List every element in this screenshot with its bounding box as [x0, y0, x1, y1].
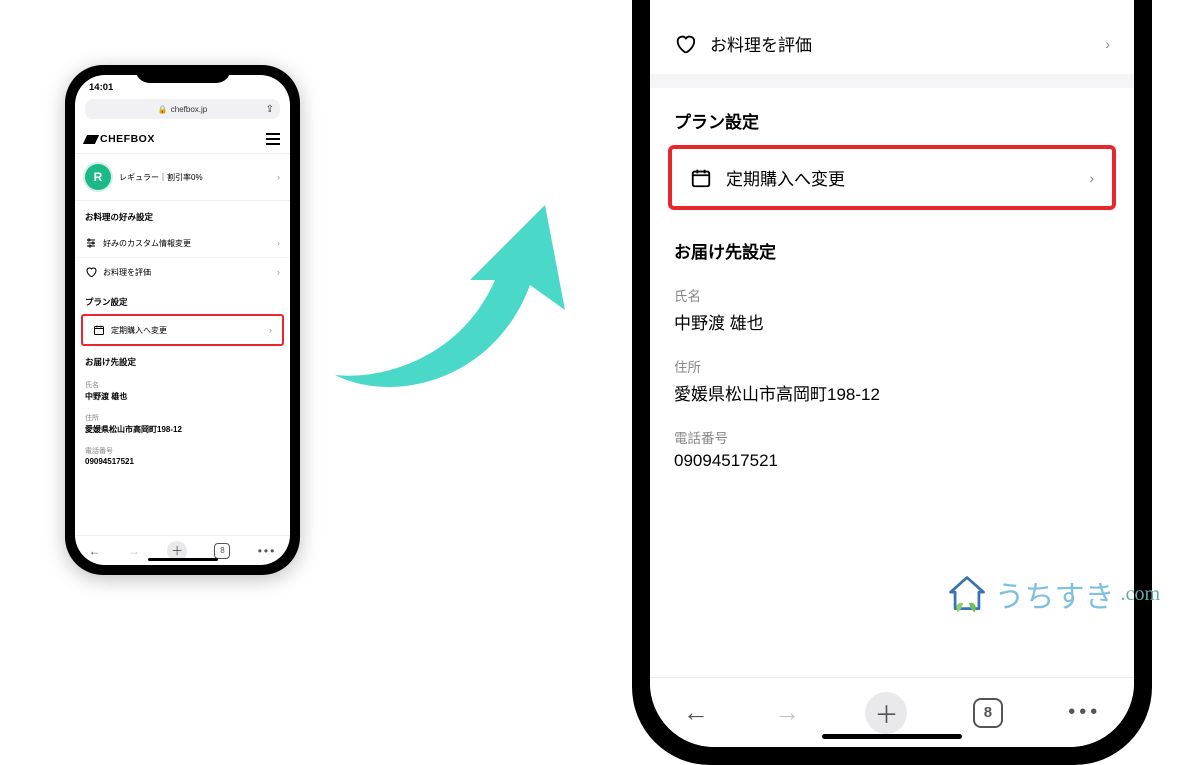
name-label: 氏名: [75, 374, 290, 391]
row-review[interactable]: お料理を評価 ›: [650, 13, 1134, 74]
phone-mockup-small: 14:01 🔒 chefbox.jp ⇪ CHEFBOX R レギュラー｜割引率…: [65, 65, 300, 575]
menu-icon[interactable]: [266, 133, 280, 145]
tel-value: 09094517521: [650, 451, 1134, 477]
home-indicator: [822, 734, 962, 739]
name-value: 中野渡 雄也: [75, 391, 290, 407]
back-icon[interactable]: ←: [683, 697, 709, 728]
section-header-plan: プラン設定: [650, 88, 1134, 139]
tel-label: 電話番号: [75, 440, 290, 457]
avatar: R: [85, 164, 111, 190]
lock-icon: 🔒: [158, 105, 168, 114]
app-header: CHEFBOX: [75, 125, 290, 154]
row-review[interactable]: お料理を評価 ›: [75, 257, 290, 286]
chevron-right-icon: ›: [277, 267, 280, 277]
brand-glyph-icon: [83, 135, 99, 144]
chevron-right-icon: ›: [1089, 170, 1094, 186]
tab-count-button[interactable]: 8: [973, 698, 1003, 728]
address-label: 住所: [75, 407, 290, 424]
address-value: 愛媛県松山市高岡町198-12: [75, 424, 290, 440]
forward-icon: →: [128, 544, 140, 558]
home-indicator: [148, 558, 218, 561]
address-label: 住所: [650, 340, 1134, 380]
name-label: 氏名: [650, 269, 1134, 309]
section-header-address: お届け先設定: [75, 346, 290, 374]
membership-row[interactable]: R レギュラー｜割引率0% ›: [75, 154, 290, 201]
new-tab-button[interactable]: ＋: [865, 692, 907, 734]
row-plan-change[interactable]: 定期購入へ変更 ›: [672, 149, 1112, 206]
address-url: chefbox.jp: [171, 105, 207, 114]
row-plan-change[interactable]: 定期購入へ変更 ›: [83, 316, 282, 344]
address-value: 愛媛県松山市高岡町198-12: [650, 380, 1134, 411]
tel-value: 09094517521: [75, 457, 290, 471]
brand-logo: CHEFBOX: [85, 133, 155, 145]
calendar-icon: [690, 167, 712, 189]
arrow-illustration: [320, 180, 590, 410]
notch: [135, 65, 230, 83]
more-icon[interactable]: •••: [258, 544, 277, 558]
chevron-right-icon: ›: [277, 238, 280, 248]
highlighted-plan-change: 定期購入へ変更 ›: [668, 145, 1116, 210]
heart-icon: [85, 266, 97, 278]
chevron-right-icon: ›: [1105, 36, 1110, 52]
row-plan-change-label: 定期購入へ変更: [111, 325, 167, 336]
chevron-right-icon: ›: [269, 325, 272, 335]
phone-mockup-large: お料理を評価 › プラン設定 定期購入へ変更 › お届け先設定 氏名 中野渡 雄…: [632, 0, 1152, 765]
tel-label: 電話番号: [650, 411, 1134, 451]
watermark-suffix: .com: [1121, 583, 1160, 606]
row-plan-change-label: 定期購入へ変更: [726, 165, 845, 190]
name-value: 中野渡 雄也: [650, 309, 1134, 340]
highlighted-plan-change: 定期購入へ変更 ›: [81, 314, 284, 346]
section-header-food: お料理の好み設定: [75, 201, 290, 229]
house-leaf-icon: [945, 572, 989, 616]
browser-address-bar[interactable]: 🔒 chefbox.jp ⇪: [85, 99, 280, 119]
section-gap: [650, 74, 1134, 88]
row-review-label: お料理を評価: [103, 267, 151, 278]
row-custom-info[interactable]: 好みのカスタム情報変更 ›: [75, 229, 290, 257]
sliders-icon: [85, 237, 97, 249]
row-custom-label: 好みのカスタム情報変更: [103, 238, 191, 249]
section-header-address: お届け先設定: [650, 210, 1134, 269]
row-review-label: お料理を評価: [710, 31, 812, 56]
forward-icon: →: [774, 697, 800, 728]
status-time: 14:01: [89, 82, 113, 93]
tab-count-button[interactable]: 8: [214, 543, 230, 559]
back-icon[interactable]: ←: [89, 544, 101, 558]
heart-icon: [674, 33, 696, 55]
calendar-icon: [93, 324, 105, 336]
membership-label: レギュラー｜割引率0%: [119, 172, 203, 183]
share-icon[interactable]: ⇪: [266, 104, 274, 115]
chevron-right-icon: ›: [277, 172, 280, 182]
watermark-text: うちすき: [995, 572, 1115, 616]
section-header-plan: プラン設定: [75, 286, 290, 314]
watermark: うちすき .com: [945, 572, 1160, 616]
more-icon[interactable]: •••: [1068, 701, 1101, 724]
